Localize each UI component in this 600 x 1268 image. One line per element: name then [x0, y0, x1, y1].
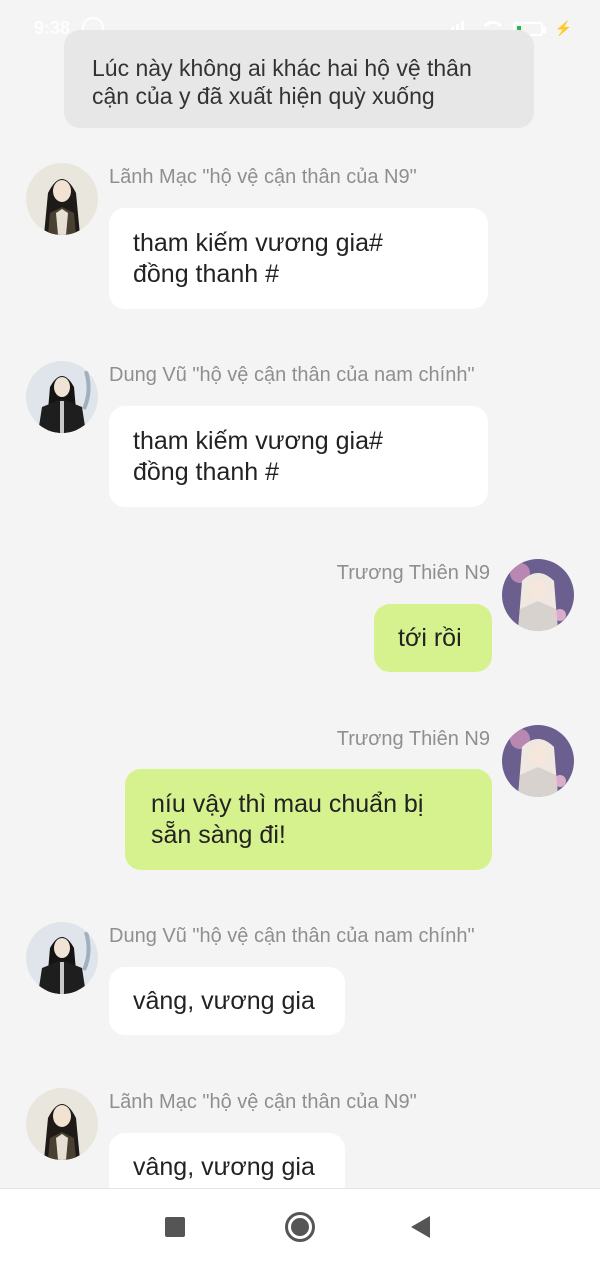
avatar-image: [26, 361, 98, 433]
message-line: đồng thanh #: [133, 260, 279, 288]
message-line: tới rồi: [398, 624, 462, 652]
message-bubble[interactable]: tham kiếm vương gia# đồng thanh #: [109, 406, 488, 507]
sender-name: Trương Thiên N9: [336, 562, 490, 584]
system-message-line: cận của y đã xuất hiện quỳ xuống: [92, 83, 435, 109]
message-line: tham kiếm vương gia#: [133, 427, 383, 455]
avatar-image: [26, 1088, 98, 1160]
sender-name: Dung Vũ "hộ vệ cận thân của nam chính": [109, 925, 475, 947]
message-bubble[interactable]: níu vậy thì mau chuẩn bị sẵn sàng đi!: [125, 769, 492, 870]
avatar-dung-vu[interactable]: [26, 361, 98, 433]
avatar-truong-thien[interactable]: [502, 559, 574, 631]
back-triangle-icon[interactable]: [411, 1216, 430, 1238]
sender-name: Lãnh Mạc "hộ vệ cận thân của N9": [109, 166, 417, 188]
status-time: 9:38: [34, 18, 71, 38]
message-bubble[interactable]: tới rồi: [374, 604, 492, 672]
home-circle-icon[interactable]: [285, 1212, 315, 1242]
avatar-dung-vu[interactable]: [26, 922, 98, 994]
message-bubble[interactable]: tham kiếm vương gia# đồng thanh #: [109, 208, 488, 309]
message-line: vâng, vương gia: [133, 987, 315, 1015]
avatar-lanh-mac[interactable]: [26, 1088, 98, 1160]
system-message-line: Lúc này không ai khác hai hộ vệ thân: [92, 55, 472, 81]
system-message: Lúc này không ai khác hai hộ vệ thân cận…: [64, 30, 534, 128]
message-line: tham kiếm vương gia#: [133, 229, 383, 257]
navigation-bar: [0, 1188, 600, 1268]
message-line: sẵn sàng đi!: [151, 821, 286, 849]
message-bubble[interactable]: vâng, vương gia: [109, 967, 345, 1035]
recents-square-icon[interactable]: [165, 1217, 185, 1237]
avatar-lanh-mac[interactable]: [26, 163, 98, 235]
avatar-image: [502, 725, 574, 797]
message-line: đồng thanh #: [133, 458, 279, 486]
avatar-image: [26, 163, 98, 235]
message-line: vâng, vương gia: [133, 1153, 315, 1181]
avatar-image: [502, 559, 574, 631]
charging-icon: ⚡: [554, 20, 572, 36]
sender-name: Dung Vũ "hộ vệ cận thân của nam chính": [109, 364, 475, 386]
sender-name: Trương Thiên N9: [336, 728, 490, 750]
message-line: níu vậy thì mau chuẩn bị: [151, 790, 424, 818]
sender-name: Lãnh Mạc "hộ vệ cận thân của N9": [109, 1091, 417, 1113]
avatar-image: [26, 922, 98, 994]
avatar-truong-thien[interactable]: [502, 725, 574, 797]
